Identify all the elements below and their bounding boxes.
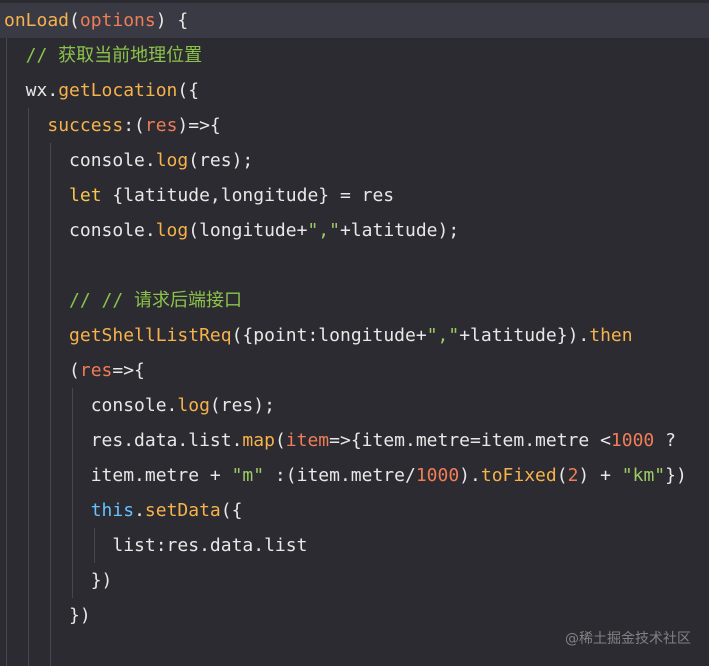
code-token: (longitude+ (188, 220, 308, 241)
code-token: wx. (4, 80, 59, 101)
code-token: log (155, 150, 189, 171)
code-line[interactable]: item.metre + "m" :(item.metre/1000).toFi… (4, 458, 687, 493)
code-token: =>{item.metre=item.metre < (329, 430, 611, 451)
code-editor[interactable]: onLoad(options) { // 获取当前地理位置 wx.getLoca… (0, 0, 709, 666)
code-token: 1000 (610, 430, 655, 451)
code-token: )=>{ (177, 115, 221, 136)
code-token: {latitude,longitude} = res (101, 185, 395, 206)
code-line[interactable]: console.log(res); (4, 143, 253, 178)
code-token: +latitude}). (459, 325, 590, 346)
code-token: console. (4, 395, 178, 416)
code-line[interactable]: console.log(longitude+","+latitude); (4, 213, 459, 248)
code-line[interactable]: }) (4, 563, 113, 598)
code-token: log (155, 220, 189, 241)
code-token: ). (459, 465, 481, 486)
code-token: list:res.data.list (4, 535, 308, 556)
code-line[interactable]: console.log(res); (4, 388, 275, 423)
code-token: }) (4, 605, 91, 626)
code-token: getLocation (58, 80, 178, 101)
code-token: ( (69, 10, 80, 31)
code-line[interactable]: onLoad(options) { (4, 3, 188, 38)
code-token: onLoad (4, 10, 70, 31)
code-token: ( (4, 360, 80, 381)
code-token: ) { (155, 10, 189, 31)
code-token: ({ (177, 80, 200, 101)
code-line[interactable]: this.setData({ (4, 493, 243, 528)
code-token: :( (123, 115, 145, 136)
code-token: console. (4, 150, 156, 171)
code-token: setData (144, 500, 221, 521)
code-line[interactable]: success:(res)=>{ (4, 108, 221, 143)
code-token: options (79, 10, 156, 31)
code-token: }) (4, 570, 113, 591)
code-token: // 获取当前地理位置 (4, 45, 203, 66)
code-token: =>{ (112, 360, 145, 381)
code-token: :(item.metre/ (264, 465, 416, 486)
code-token: ({ (231, 325, 254, 346)
code-token: ? (654, 430, 676, 451)
code-token: ({ (220, 500, 243, 521)
code-token: // // 请求后端接口 (4, 290, 243, 311)
code-token: ) + (578, 465, 622, 486)
code-token: (res); (209, 395, 275, 416)
code-line[interactable]: list:res.data.list (4, 528, 307, 563)
code-token: ( (274, 430, 286, 451)
code-token: res.data.list. (4, 430, 243, 451)
code-token: getShellListReq (69, 325, 232, 346)
code-token: "km" (621, 465, 666, 486)
code-token: map (242, 430, 275, 451)
code-line[interactable]: (res=>{ (4, 353, 145, 388)
code-token: "m" (231, 465, 265, 486)
code-token: point (253, 325, 308, 346)
code-token: 1000 (415, 465, 460, 486)
code-line[interactable]: }) (4, 598, 91, 633)
code-line[interactable]: // // 请求后端接口 (4, 283, 242, 318)
code-token: success (47, 115, 124, 136)
code-token: +latitude); (339, 220, 460, 241)
code-token: log (177, 395, 210, 416)
code-token: let (69, 185, 102, 206)
code-token: console. (4, 220, 156, 241)
code-token: res (144, 115, 178, 136)
code-token: ( (556, 465, 568, 486)
code-line[interactable]: // 获取当前地理位置 (4, 38, 203, 73)
code-token: toFixed (480, 465, 557, 486)
code-token: item.metre + (4, 465, 232, 486)
code-token: this (90, 500, 135, 521)
code-token: 2 (567, 465, 579, 486)
code-line[interactable]: wx.getLocation({ (4, 73, 199, 108)
code-line[interactable]: res.data.list.map(item=>{item.metre=item… (4, 423, 676, 458)
code-token: then (589, 325, 633, 346)
code-token: "," (307, 220, 340, 241)
code-token: }) (665, 465, 687, 486)
code-token: . (134, 500, 145, 521)
code-line[interactable]: let {latitude,longitude} = res (4, 178, 394, 213)
code-token: "," (426, 325, 460, 346)
code-line[interactable]: getShellListReq({point:longitude+","+lat… (4, 318, 633, 353)
code-token: item (285, 430, 330, 451)
code-token: (res); (188, 150, 254, 171)
code-token: res (79, 360, 113, 381)
code-token: :longitude+ (307, 325, 427, 346)
watermark: @稀土掘金技术社区 (565, 631, 691, 647)
